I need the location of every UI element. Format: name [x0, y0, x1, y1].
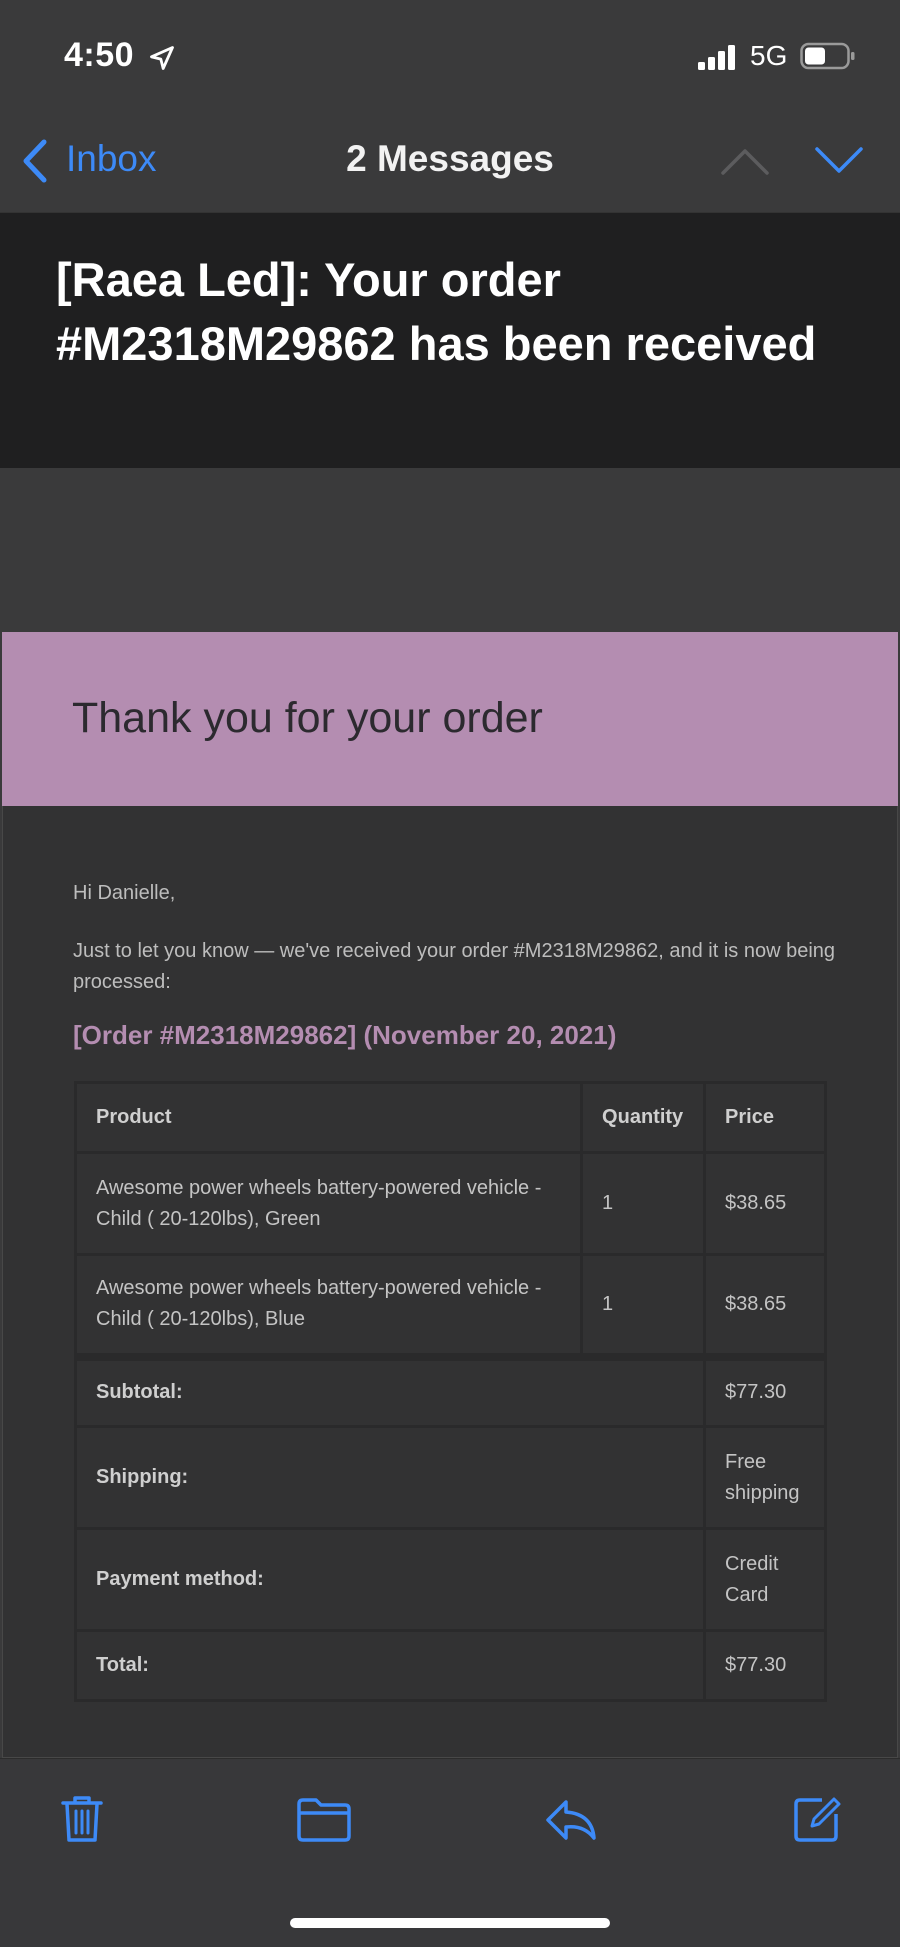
total-label: Total:: [73, 1629, 707, 1702]
home-indicator[interactable]: [290, 1918, 610, 1928]
banner-title: Thank you for your order: [72, 694, 543, 742]
email-intro: Just to let you know — we've received yo…: [73, 940, 836, 993]
total-value: Free shipping: [703, 1425, 827, 1530]
battery-icon: [800, 42, 855, 70]
item-price: $38.65: [703, 1253, 827, 1358]
total-label: Payment method:: [73, 1527, 707, 1632]
item-price: $38.65: [703, 1151, 827, 1256]
total-row-subtotal: Subtotal: $77.30: [73, 1352, 827, 1428]
total-value: $77.30: [703, 1352, 827, 1428]
total-value: Credit Card: [703, 1527, 827, 1632]
reply-icon[interactable]: [544, 1794, 598, 1844]
item-product: Awesome power wheels battery-powered veh…: [73, 1253, 584, 1358]
item-quantity: 1: [580, 1253, 707, 1358]
trash-icon[interactable]: [58, 1794, 106, 1844]
total-row-shipping: Shipping: Free shipping: [73, 1425, 827, 1530]
table-row: Awesome power wheels battery-powered veh…: [73, 1253, 827, 1358]
order-heading[interactable]: [Order #M2318M29862] (November 20, 2021): [73, 1020, 616, 1051]
email-subject: [Raea Led]: Your order #M2318M29862 has …: [56, 253, 817, 370]
folder-icon[interactable]: [296, 1794, 352, 1844]
total-value: $77.30: [703, 1629, 827, 1702]
location-arrow-icon: [150, 46, 174, 70]
header-price: Price: [703, 1081, 827, 1154]
total-label: Shipping:: [73, 1425, 707, 1530]
next-message-icon[interactable]: [814, 146, 864, 176]
cellular-signal-icon: [698, 45, 735, 70]
compose-icon[interactable]: [792, 1794, 842, 1844]
previous-message-icon[interactable]: [720, 146, 770, 176]
item-product: Awesome power wheels battery-powered veh…: [73, 1151, 584, 1256]
item-quantity: 1: [580, 1151, 707, 1256]
table-header-row: Product Quantity Price: [73, 1081, 827, 1154]
header-product: Product: [73, 1081, 584, 1154]
order-table: Product Quantity Price Awesome power whe…: [73, 1081, 827, 1702]
total-row-payment: Payment method: Credit Card: [73, 1527, 827, 1632]
table-row: Awesome power wheels battery-powered veh…: [73, 1151, 827, 1256]
network-type: 5G: [750, 40, 788, 71]
total-row-total: Total: $77.30: [73, 1629, 827, 1702]
header-quantity: Quantity: [580, 1081, 707, 1154]
total-label: Subtotal:: [73, 1352, 707, 1428]
email-greeting: Hi Danielle,: [73, 882, 176, 904]
status-time: 4:50: [64, 36, 135, 74]
